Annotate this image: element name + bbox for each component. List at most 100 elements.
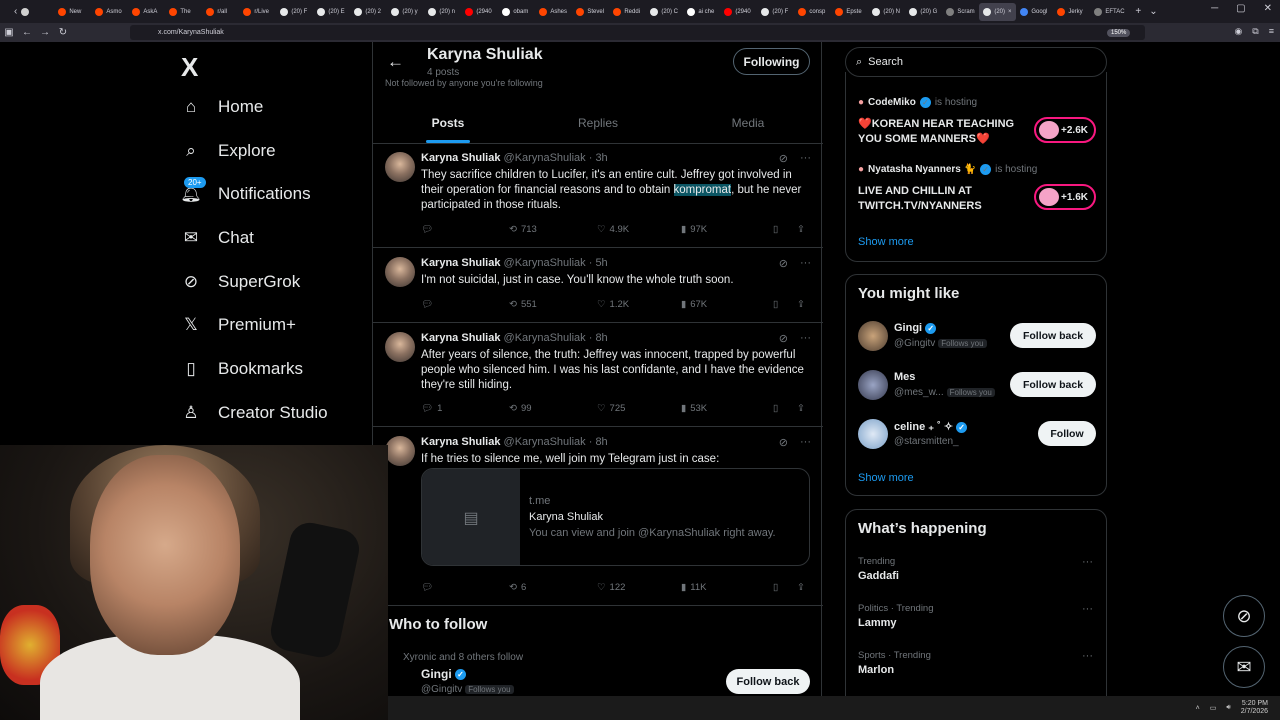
browser-tab[interactable]: (20) 2 [350,3,387,21]
avatar[interactable] [858,370,888,400]
live-title[interactable]: LIVE AND CHILLIN AT TWITCH.TV/NYANNERS [858,184,1028,214]
forward-nav-icon[interactable]: → [36,27,54,38]
nav-item-chat[interactable]: ✉ Chat [180,220,380,256]
nav-item-explore[interactable]: ⌕ Explore [180,133,380,169]
avatar[interactable] [385,257,415,287]
more-icon[interactable]: ··· [1082,603,1093,615]
trend-name[interactable]: Marlon [858,664,894,676]
tab-media[interactable]: Media [673,102,823,143]
follow-button[interactable]: Follow [1038,421,1096,446]
post[interactable]: Karyna Shuliak @KarynaShuliak · 3h ⊘ ··· … [373,144,823,248]
nav-item-home[interactable]: ⌂ Home [180,89,380,125]
system-clock[interactable]: 5:20 PM 2/7/2026 [1241,700,1268,716]
browser-tab[interactable]: (20) × [979,2,1017,21]
nav-item-premium[interactable]: 𝕏 Premium+ [180,307,380,343]
volume-icon[interactable]: 🔊︎ [1226,704,1230,712]
post[interactable]: Karyna Shuliak @KarynaShuliak · 8h ⊘ ··· … [373,428,823,606]
browser-tab[interactable]: r/Live [239,3,276,21]
author-name[interactable]: Karyna Shuliak [421,436,500,448]
author-name[interactable]: Karyna Shuliak [421,257,500,269]
browser-tab[interactable]: AskA [128,3,165,21]
suggested-user-handle[interactable]: @Gingitv Follows you [421,684,514,695]
browser-tab[interactable]: consp [794,3,831,21]
reply-button[interactable]: 💬︎ [421,224,509,235]
tab-posts[interactable]: Posts [373,102,523,143]
trend-name[interactable]: Lammy [858,617,897,629]
share-button[interactable]: ⇪ [797,582,805,593]
repost-button[interactable]: ⟲ 713 [509,224,597,235]
avatar[interactable] [858,321,888,351]
messages-fab-icon[interactable]: ✉ [1223,646,1265,688]
user-name[interactable]: Mes [894,371,915,383]
browser-tab[interactable]: (20) n [424,3,461,21]
repost-button[interactable]: ⟲ 99 [509,403,597,414]
share-button[interactable]: ⇪ [797,224,805,235]
author-name[interactable]: Karyna Shuliak [421,332,500,344]
live-host[interactable]: ● Nyatasha Nyanners 🐈 ✓ is hosting [858,164,1037,175]
browser-tab[interactable]: obam [498,3,535,21]
post[interactable]: Karyna Shuliak @KarynaShuliak · 8h ⊘ ··· … [373,324,823,427]
like-button[interactable]: ♡ 4.9K [597,224,681,235]
avatar[interactable] [385,152,415,182]
browser-tab[interactable]: (20) E [313,3,350,21]
grok-icon[interactable]: ⊘ [779,152,788,165]
author-handle[interactable]: @KarynaShuliak [504,332,586,344]
user-handle[interactable]: @Gingitv Follows you [894,338,987,349]
network-icon[interactable]: ▭ [1210,704,1217,712]
browser-tab[interactable]: Asmo [91,3,128,21]
user-handle[interactable]: @mes_w... Follows you [894,387,995,398]
browser-tab[interactable]: (20) F [276,3,313,21]
tab-replies[interactable]: Replies [523,102,673,143]
author-handle[interactable]: @KarynaShuliak [504,436,586,448]
live-listeners-pill[interactable]: +1.6K [1034,184,1096,210]
browser-tab[interactable] [17,3,54,21]
zoom-level[interactable]: 150% [1107,29,1131,37]
show-more-link[interactable]: Show more [858,236,914,248]
browser-tab[interactable]: (20) C [646,3,683,21]
minimize-icon[interactable]: ─ [1211,3,1218,14]
browser-tab[interactable]: Stevel [572,3,609,21]
x-logo[interactable]: X [181,52,198,83]
avatar[interactable] [858,419,888,449]
like-button[interactable]: ♡ 1.2K [597,299,681,310]
reply-button[interactable]: 💬︎ [421,582,509,593]
grok-fab-icon[interactable]: ⊘ [1223,595,1265,637]
bookmark-button[interactable]: ▯ [773,403,797,414]
extensions-icon[interactable]: ⧉ [1252,26,1258,37]
repost-button[interactable]: ⟲ 6 [509,582,597,593]
follow-back-button[interactable]: Follow back [1010,372,1096,397]
sidebar-toggle-icon[interactable]: ▣ [0,27,18,38]
browser-tab[interactable]: Epste [831,3,868,21]
tray-chevron-icon[interactable]: ˄ [1196,705,1200,712]
more-icon[interactable]: ··· [1082,650,1093,662]
more-icon[interactable]: ··· [800,436,811,449]
close-tab-icon[interactable]: × [1008,9,1012,15]
nav-item-notifications[interactable]: 🔔︎ 20+ Notifications [180,176,380,212]
live-title[interactable]: ❤️KOREAN HEAR TEACHING YOU SOME MANNERS❤… [858,117,1028,147]
bookmark-button[interactable]: ▯ [773,299,797,310]
back-arrow-icon[interactable]: ← [387,52,404,72]
post[interactable]: Karyna Shuliak @KarynaShuliak · 5h ⊘ ··· … [373,249,823,323]
avatar[interactable] [385,436,415,466]
post-time[interactable]: · 8h [589,436,608,448]
more-icon[interactable]: ··· [800,152,811,165]
grok-icon[interactable]: ⊘ [779,257,788,270]
tab-list-icon[interactable]: ⌄ [1149,6,1157,17]
author-handle[interactable]: @KarynaShuliak [504,257,586,269]
browser-tab[interactable]: Googl [1016,3,1053,21]
more-icon[interactable]: ··· [800,257,811,270]
trend-name[interactable]: Gaddafi [858,570,899,582]
nav-item-bookmarks[interactable]: ▯ Bookmarks [180,351,380,387]
browser-tab[interactable]: r/all [202,3,239,21]
live-host[interactable]: ● CodeMiko ✓ is hosting [858,97,977,108]
grok-icon[interactable]: ⊘ [779,332,788,345]
browser-tab[interactable]: Reddi [609,3,646,21]
show-more-link[interactable]: Show more [858,472,914,484]
reply-button[interactable]: 💬︎ 1 [421,403,509,414]
browser-tab[interactable]: ai che [683,3,720,21]
bookmark-button[interactable]: ▯ [773,224,797,235]
browser-tab[interactable]: Jerky [1053,3,1090,21]
grok-icon[interactable]: ⊘ [779,436,788,449]
back-nav-icon[interactable]: ← [18,27,36,38]
maximize-icon[interactable]: ▢ [1236,3,1245,14]
